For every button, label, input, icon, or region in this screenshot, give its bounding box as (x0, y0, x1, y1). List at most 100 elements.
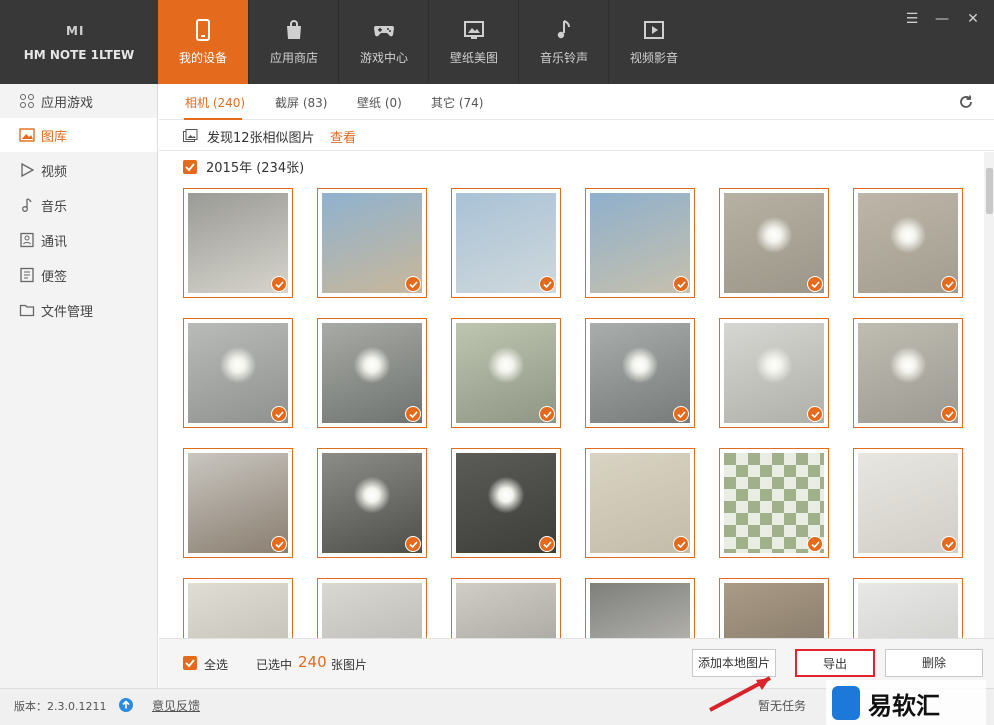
note-icon (20, 267, 34, 283)
photo-thumbnail[interactable] (585, 448, 695, 558)
sidebar-item-label: 通讯 (41, 235, 68, 250)
select-all-checkbox[interactable] (183, 656, 197, 670)
feedback-link[interactable]: 意见反馈 (152, 697, 200, 714)
sidebar-item-video[interactable]: 视频 (0, 153, 157, 187)
photo-thumbnail[interactable] (183, 578, 293, 638)
subtab-wallpaper[interactable]: 壁纸 (0) (357, 94, 402, 111)
selected-suffix: 张图片 (331, 658, 368, 672)
refresh-icon[interactable] (958, 94, 974, 110)
select-all-label[interactable]: 全选 (204, 656, 228, 673)
photo-thumbnail[interactable] (853, 578, 963, 638)
view-similar-link[interactable]: 查看 (330, 127, 356, 146)
photo-thumbnail[interactable] (719, 188, 829, 298)
photo-thumbnail[interactable] (317, 578, 427, 638)
subtab-camera[interactable]: 相机 (240) (185, 94, 245, 111)
photo-thumbnail[interactable] (585, 318, 695, 428)
photo-check-icon[interactable] (405, 276, 421, 292)
video-play-icon (644, 21, 664, 39)
photo-image (456, 583, 556, 638)
scrollbar-thumb[interactable] (986, 168, 993, 214)
menu-icon[interactable]: ☰ (903, 11, 921, 27)
device-panel[interactable]: MI HM NOTE 1LTEW (0, 0, 158, 84)
sidebar-item-gallery[interactable]: 图库 (0, 118, 157, 152)
subtab-screenshot[interactable]: 截屏 (83) (275, 94, 327, 111)
phone-icon (196, 19, 210, 41)
sidebar-item-notes[interactable]: 便签 (0, 258, 157, 292)
scrollbar-track[interactable] (984, 152, 994, 638)
photo-check-icon[interactable] (807, 406, 823, 422)
image-icon (19, 128, 35, 142)
similar-photos-text: 发现12张相似图片 (207, 131, 315, 146)
photo-thumbnail[interactable] (585, 578, 695, 638)
photo-check-icon[interactable] (941, 536, 957, 552)
top-bar: MI HM NOTE 1LTEW 我的设备 应用商店 游戏中心 壁纸美图 音乐铃… (0, 0, 994, 84)
photo-thumbnail[interactable] (183, 318, 293, 428)
photo-check-icon[interactable] (539, 536, 555, 552)
photo-check-icon[interactable] (673, 406, 689, 422)
contacts-icon (20, 232, 34, 248)
photo-thumbnail[interactable] (853, 318, 963, 428)
photo-image (724, 583, 824, 638)
tab-video[interactable]: 视频影音 (608, 0, 698, 84)
photo-thumbnail[interactable] (719, 448, 829, 558)
photo-image (858, 583, 958, 638)
photo-check-icon[interactable] (941, 276, 957, 292)
sidebar-item-files[interactable]: 文件管理 (0, 293, 157, 327)
tab-wallpaper[interactable]: 壁纸美图 (428, 0, 518, 84)
photo-check-icon[interactable] (807, 536, 823, 552)
photo-thumbnail[interactable] (317, 448, 427, 558)
photo-thumbnail[interactable] (719, 318, 829, 428)
tab-app-store[interactable]: 应用商店 (248, 0, 338, 84)
sidebar-item-contacts[interactable]: 通讯 (0, 223, 157, 257)
annotation-arrow (709, 676, 771, 712)
photo-check-icon[interactable] (405, 536, 421, 552)
update-arrow-icon[interactable] (119, 698, 133, 712)
photo-check-icon[interactable] (673, 536, 689, 552)
photo-check-icon[interactable] (271, 536, 287, 552)
subtab-other[interactable]: 其它 (74) (431, 94, 483, 111)
photo-check-icon[interactable] (539, 276, 555, 292)
tab-music[interactable]: 音乐铃声 (518, 0, 608, 84)
photo-image (188, 583, 288, 638)
photo-check-icon[interactable] (941, 406, 957, 422)
tab-label: 应用商店 (269, 51, 318, 65)
year-group-checkbox[interactable] (183, 160, 197, 174)
delete-button[interactable]: 删除 (885, 649, 983, 677)
photo-thumbnail[interactable] (451, 578, 561, 638)
sidebar-item-apps[interactable]: 应用游戏 (0, 84, 157, 118)
export-button[interactable]: 导出 (795, 649, 875, 677)
photo-check-icon[interactable] (271, 406, 287, 422)
tab-my-device[interactable]: 我的设备 (158, 0, 248, 84)
photo-thumbnail[interactable] (719, 578, 829, 638)
tab-label: 音乐铃声 (539, 51, 588, 65)
watermark: 易软汇 (826, 680, 986, 725)
photo-thumbnail[interactable] (451, 188, 561, 298)
play-icon (21, 162, 35, 178)
photo-thumbnail[interactable] (317, 188, 427, 298)
minimize-icon[interactable]: — (933, 11, 951, 27)
photo-check-icon[interactable] (673, 276, 689, 292)
sidebar-item-music[interactable]: 音乐 (0, 188, 157, 222)
selected-prefix: 已选中 (256, 658, 293, 672)
similar-images-icon (183, 129, 198, 142)
photo-thumbnail[interactable] (317, 318, 427, 428)
photo-thumbnail[interactable] (585, 188, 695, 298)
photo-thumbnail[interactable] (451, 318, 561, 428)
photo-check-icon[interactable] (405, 406, 421, 422)
photo-thumbnail[interactable] (183, 448, 293, 558)
photo-check-icon[interactable] (807, 276, 823, 292)
close-icon[interactable]: ✕ (964, 11, 982, 27)
photo-thumbnail[interactable] (853, 188, 963, 298)
apps-grid-icon (20, 94, 34, 108)
photo-check-icon[interactable] (539, 406, 555, 422)
photo-thumbnail[interactable] (451, 448, 561, 558)
year-group-label: 2015年 (234张) (206, 161, 305, 176)
tab-label: 视频影音 (629, 51, 678, 65)
gallery-subtabs: 相机 (240) 截屏 (83) 壁纸 (0) 其它 (74) (159, 84, 994, 120)
photo-check-icon[interactable] (271, 276, 287, 292)
photo-thumbnail[interactable] (853, 448, 963, 558)
similar-photos-bar: 发现12张相似图片 查看 (159, 121, 994, 151)
sidebar: 应用游戏 图库 视频 音乐 通讯 便签 文件管理 (0, 84, 158, 688)
tab-game-center[interactable]: 游戏中心 (338, 0, 428, 84)
photo-thumbnail[interactable] (183, 188, 293, 298)
